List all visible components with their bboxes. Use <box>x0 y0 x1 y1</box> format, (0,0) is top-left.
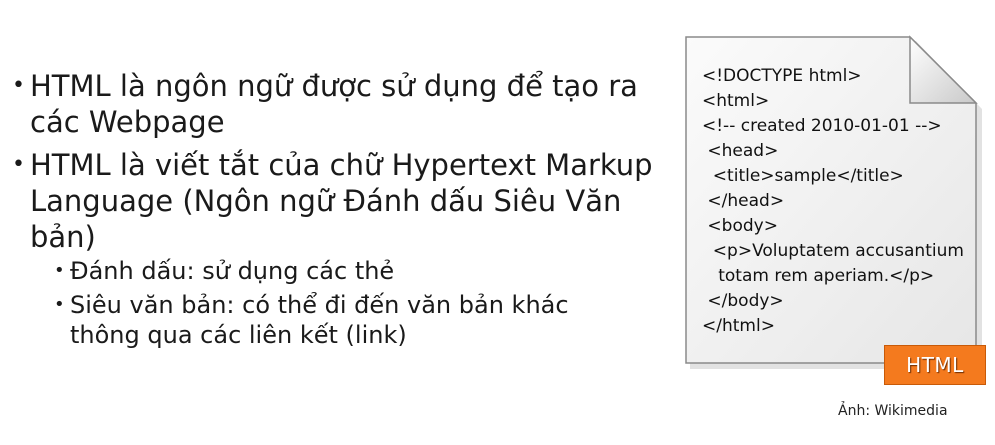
sub-bullet-item: • Đánh dấu: sử dụng các thẻ <box>54 256 630 286</box>
code-line: totam rem aperiam.</p> <box>702 266 935 286</box>
bullet-dot: • <box>54 260 65 281</box>
code-sample: <!DOCTYPE html> <html> <!-- created 2010-0… <box>702 64 964 339</box>
code-line: </html> <box>702 316 775 336</box>
bullet-text: HTML là ngôn ngữ được sử dụng để tạo ra … <box>30 69 638 139</box>
sub-bullet-text: Siêu văn bản: có thể đi đến văn bản khác… <box>70 291 569 349</box>
code-line: <!DOCTYPE html> <box>702 66 862 86</box>
bullet-dot: • <box>12 73 25 98</box>
bullet-dot: • <box>12 152 25 177</box>
code-line: </body> <box>702 291 784 311</box>
sub-bullet-text: Đánh dấu: sử dụng các thẻ <box>70 257 395 285</box>
bullet-item: • HTML là ngôn ngữ được sử dụng để tạo r… <box>12 68 670 140</box>
html-badge: HTML <box>884 345 986 385</box>
code-line: </head> <box>702 191 785 211</box>
code-line: <html> <box>702 91 770 111</box>
code-line: <p>Voluptatem accusantium <box>702 241 964 261</box>
code-line: <body> <box>702 216 778 236</box>
code-line: <head> <box>702 141 779 161</box>
code-line: <!-- created 2010-01-01 --> <box>702 116 942 136</box>
bullet-dot: • <box>54 294 65 315</box>
sub-bullet-item: • Siêu văn bản: có thể đi đến văn bản kh… <box>54 290 630 350</box>
code-line: <title>sample</title> <box>702 166 904 186</box>
image-credit-caption: Ảnh: Wikimedia <box>838 403 948 419</box>
bullet-text: HTML là viết tắt của chữ Hypertext Marku… <box>30 148 653 254</box>
bullet-item: • HTML là viết tắt của chữ Hypertext Mar… <box>12 147 670 255</box>
